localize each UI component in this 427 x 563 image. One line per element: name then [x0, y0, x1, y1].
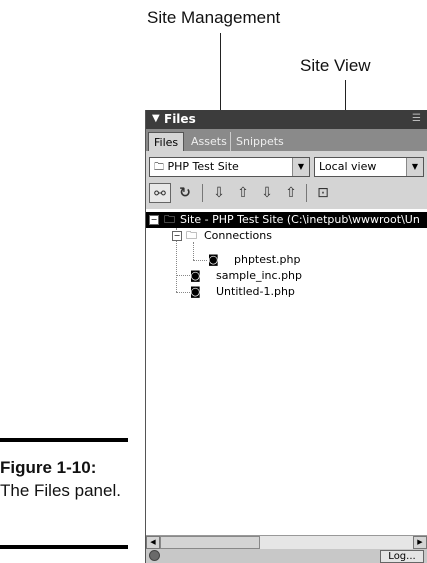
tab-snippets[interactable]: Snippets [230, 132, 289, 151]
tree-connector [176, 292, 190, 293]
status-indicator-icon [149, 550, 160, 561]
get-files-icon: ⇩ [213, 185, 225, 201]
put-files-button[interactable]: ⇧ [232, 183, 254, 203]
log-button[interactable]: Log... [380, 550, 424, 563]
tree-item-label: Untitled-1.php [216, 285, 295, 298]
expand-icon: ⊡ [317, 185, 329, 201]
site-folder-icon: 🗀 [164, 213, 175, 226]
files-panel: ▼ Files ☰ Files Assets Snippets 🗀 PHP Te… [145, 110, 427, 563]
view-select-value: Local view [319, 160, 377, 173]
php-file-icon: ◙ [190, 269, 201, 282]
php-file-icon: ◙ [190, 285, 201, 298]
panel-title: Files [164, 112, 196, 126]
folder-icon: 🗀 [186, 229, 197, 242]
tree-connector [193, 260, 207, 261]
toolbar-separator [306, 184, 307, 202]
horizontal-scrollbar[interactable]: ◀ ▶ [146, 535, 427, 549]
connect-button[interactable]: ⚯ [149, 183, 171, 203]
callout-site-management: Site Management [147, 8, 281, 27]
site-select-value: 🗀 PHP Test Site [154, 160, 239, 173]
site-folder-icon: 🗀 [154, 162, 164, 173]
collapse-icon[interactable]: − [149, 215, 159, 225]
scroll-left-icon[interactable]: ◀ [146, 536, 160, 549]
tree-item-label: sample_inc.php [216, 269, 303, 282]
put-files-icon: ⇧ [237, 185, 249, 201]
status-bar: Log... [146, 549, 427, 563]
tree-connector [193, 242, 194, 260]
tree-item-label: Connections [204, 229, 272, 242]
callout-site-view: Site View [300, 56, 371, 75]
figure-caption: Figure 1-10: The Files panel. [0, 456, 130, 502]
chevron-down-icon[interactable]: ▼ [406, 158, 423, 176]
tab-assets[interactable]: Assets [186, 132, 232, 151]
php-file-icon: ◙ [208, 253, 219, 266]
refresh-button[interactable]: ↻ [174, 183, 196, 203]
tree-root-site[interactable]: − 🗀 Site - PHP Test Site (C:\inetpub\www… [146, 212, 427, 228]
check-in-button[interactable]: ⇧ [280, 183, 302, 203]
check-out-icon: ⇩ [261, 185, 273, 201]
collapse-icon[interactable]: − [172, 231, 182, 241]
figure-rule-top [0, 438, 128, 442]
toolbar-separator [202, 184, 203, 202]
check-out-button[interactable]: ⇩ [256, 183, 278, 203]
panel-options-menu-icon[interactable]: ☰ [412, 113, 421, 124]
panel-toolbar: 🗀 PHP Test Site ▼ Local view ▼ ⚯ ↻ ⇩ ⇧ ⇩… [146, 151, 427, 209]
view-select[interactable]: Local view ▼ [314, 157, 424, 177]
panel-tabs: Files Assets Snippets [146, 129, 427, 151]
tab-files[interactable]: Files [148, 132, 185, 151]
site-select[interactable]: 🗀 PHP Test Site ▼ [149, 157, 310, 177]
figure-caption-text: The Files panel. [0, 481, 121, 500]
get-files-button[interactable]: ⇩ [208, 183, 230, 203]
refresh-icon: ↻ [179, 185, 191, 201]
tree-connector [176, 275, 190, 276]
chevron-down-icon[interactable]: ▼ [292, 158, 309, 176]
figure-rule-bottom [0, 545, 128, 549]
expand-button[interactable]: ⊡ [312, 183, 334, 203]
collapse-triangle-icon[interactable]: ▼ [152, 113, 160, 124]
tree-item-label: phptest.php [234, 253, 301, 266]
scroll-right-icon[interactable]: ▶ [413, 536, 427, 549]
panel-titlebar[interactable]: ▼ Files ☰ [146, 110, 427, 129]
scrollbar-thumb[interactable] [160, 536, 260, 549]
tree-root-label: Site - PHP Test Site (C:\inetpub\wwwroot… [180, 213, 420, 226]
check-in-icon: ⇧ [285, 185, 297, 201]
file-tree: − 🗀 Site - PHP Test Site (C:\inetpub\www… [146, 210, 427, 535]
figure-number: Figure 1-10: [0, 458, 97, 477]
connect-icon: ⚯ [154, 186, 166, 202]
